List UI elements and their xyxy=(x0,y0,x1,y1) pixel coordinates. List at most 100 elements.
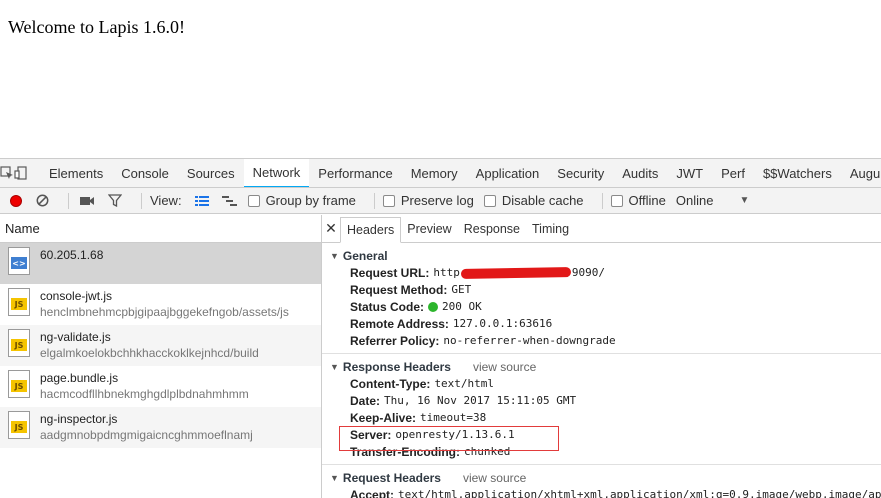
capture-screenshots-icon[interactable] xyxy=(77,193,97,209)
tab-console[interactable]: Console xyxy=(112,159,178,187)
offline-checkbox[interactable]: Offline xyxy=(610,193,666,208)
clear-icon[interactable] xyxy=(32,193,52,209)
tab-headers[interactable]: Headers xyxy=(340,217,402,243)
header-row: Accept: text/html,application/xhtml+xml,a… xyxy=(322,486,881,498)
url-suffix: 9090/ xyxy=(571,266,605,279)
dropdown-arrow-icon: ▼ xyxy=(739,195,750,206)
tab-response[interactable]: Response xyxy=(458,216,526,242)
toolbar-separator xyxy=(373,192,375,209)
request-path: hacmcodfllhbnekmghgdlplbdnahmhmm xyxy=(40,387,249,401)
header-row: Keep-Alive: timeout=38 xyxy=(322,409,881,426)
close-icon[interactable]: ✕ xyxy=(322,215,340,242)
details-tabbar: ✕ Headers Preview Response Timing xyxy=(322,215,881,243)
inspect-element-icon[interactable] xyxy=(0,159,14,187)
header-key: Referrer Policy: xyxy=(350,333,440,348)
checkbox-box[interactable] xyxy=(382,194,395,207)
tab-watchers[interactable]: $$Watchers xyxy=(754,159,841,187)
throttling-value: Online xyxy=(675,193,714,208)
request-row[interactable]: JS ng-inspector.js aadgmnobpdmgmigaicncgh… xyxy=(0,407,321,448)
expand-triangle-icon: ▼ xyxy=(330,361,339,372)
request-details: ✕ Headers Preview Response Timing ▼ Gener… xyxy=(322,215,881,498)
url-prefix: http xyxy=(433,266,460,279)
js-file-icon: JS xyxy=(8,288,30,316)
request-path: henclmbnehmcpbjgipaajbggekefngob/assets/… xyxy=(40,305,289,319)
request-row[interactable]: JS ng-validate.js elgalmkoelokbchhkhaccko… xyxy=(0,325,321,366)
tab-sources[interactable]: Sources xyxy=(178,159,244,187)
request-name: console-jwt.js xyxy=(40,289,113,303)
header-key: Request Method: xyxy=(350,282,448,297)
request-name: ng-inspector.js xyxy=(40,412,118,426)
network-split: Name <> 60.205.1.68 JS console-jwt.js hen… xyxy=(0,215,881,498)
large-rows-icon[interactable] xyxy=(192,193,212,209)
request-path: elgalmkoelokbchhkhacckoklkejnhcd/build xyxy=(40,346,259,360)
header-key: Date: xyxy=(350,393,381,408)
general-section: ▼ General Request URL: http 9090/ Request M… xyxy=(322,243,881,354)
group-by-frame-label: Group by frame xyxy=(265,193,356,208)
header-row: Date: Thu, 16 Nov 2017 15:11:05 GMT xyxy=(322,392,881,409)
redaction-mark xyxy=(460,267,571,279)
device-toolbar-icon[interactable] xyxy=(14,159,28,187)
tab-elements[interactable]: Elements xyxy=(40,159,112,187)
header-key: Content-Type: xyxy=(350,376,431,391)
filter-icon[interactable] xyxy=(105,193,125,209)
header-value: http 9090/ xyxy=(433,266,605,279)
general-section-header[interactable]: ▼ General xyxy=(322,247,881,264)
group-by-frame-checkbox[interactable]: Group by frame xyxy=(247,193,356,208)
header-value: text/html,application/xhtml+xml,applicat… xyxy=(398,488,881,498)
response-headers-header[interactable]: ▼ Response Headers view source xyxy=(322,358,881,375)
waterfall-overview-icon[interactable] xyxy=(220,193,240,209)
tab-application[interactable]: Application xyxy=(467,159,549,187)
network-toolbar: View: Group by frame Preserve log Disabl… xyxy=(0,188,881,214)
expand-triangle-icon: ▼ xyxy=(330,250,339,261)
js-file-icon: JS xyxy=(8,329,30,357)
request-name: ng-validate.js xyxy=(40,330,111,344)
checkbox-box[interactable] xyxy=(610,194,623,207)
header-value: no-referrer-when-downgrade xyxy=(443,334,616,347)
tab-perf[interactable]: Perf xyxy=(712,159,754,187)
header-row: Request Method: GET xyxy=(322,281,881,298)
toolbar-separator xyxy=(601,192,603,209)
welcome-heading: Welcome to Lapis 1.6.0! xyxy=(8,17,186,37)
tab-memory[interactable]: Memory xyxy=(402,159,467,187)
preserve-log-checkbox[interactable]: Preserve log xyxy=(382,193,474,208)
toolbar-separator xyxy=(141,192,142,209)
header-row: Content-Type: text/html xyxy=(322,375,881,392)
header-row: Remote Address: 127.0.0.1:63616 xyxy=(322,315,881,332)
record-button[interactable] xyxy=(10,194,22,207)
request-row[interactable]: JS console-jwt.js henclmbnehmcpbjgipaajbg… xyxy=(0,284,321,325)
tab-timing[interactable]: Timing xyxy=(526,216,575,242)
header-value: Thu, 16 Nov 2017 15:11:05 GMT xyxy=(384,394,577,407)
tab-network[interactable]: Network xyxy=(243,159,310,187)
name-column-header[interactable]: Name xyxy=(0,215,321,243)
js-file-icon: JS xyxy=(8,370,30,398)
devtools-tabbar: Elements Console Sources Network Perform… xyxy=(0,159,881,188)
request-row[interactable]: JS page.bundle.js hacmcodfllhbnekmghgdlpl… xyxy=(0,366,321,407)
tab-jwt[interactable]: JWT xyxy=(667,159,712,187)
header-key: Status Code: xyxy=(350,299,425,314)
checkbox-box[interactable] xyxy=(247,194,260,207)
tab-augury[interactable]: Augury xyxy=(841,159,881,187)
header-value: GET xyxy=(451,283,472,296)
header-row: Request URL: http 9090/ xyxy=(322,264,881,281)
tab-audits[interactable]: Audits xyxy=(613,159,667,187)
request-headers-section: ▼ Request Headers view source Accept: text/… xyxy=(322,465,881,498)
request-headers-title: Request Headers xyxy=(342,470,441,485)
view-source-link[interactable]: view source xyxy=(463,471,526,485)
request-name: 60.205.1.68 xyxy=(40,248,104,262)
header-key: Accept: xyxy=(350,487,395,498)
tab-performance[interactable]: Performance xyxy=(309,159,401,187)
request-row[interactable]: <> 60.205.1.68 xyxy=(0,243,321,284)
disable-cache-checkbox[interactable]: Disable cache xyxy=(483,193,584,208)
checkbox-box[interactable] xyxy=(483,194,496,207)
header-row: Referrer Policy: no-referrer-when-downgra… xyxy=(322,332,881,349)
view-source-link[interactable]: view source xyxy=(473,360,536,374)
preserve-log-label: Preserve log xyxy=(400,193,474,208)
header-value: text/html xyxy=(434,377,495,390)
request-headers-header[interactable]: ▼ Request Headers view source xyxy=(322,469,881,486)
request-path: aadgmnobpdmgmigaicncghmmoeflnamj xyxy=(40,428,253,442)
throttling-select[interactable]: Online ▼ xyxy=(676,193,749,208)
disable-cache-label: Disable cache xyxy=(501,193,584,208)
js-file-icon: JS xyxy=(8,411,30,439)
tab-preview[interactable]: Preview xyxy=(401,216,457,242)
tab-security[interactable]: Security xyxy=(548,159,613,187)
